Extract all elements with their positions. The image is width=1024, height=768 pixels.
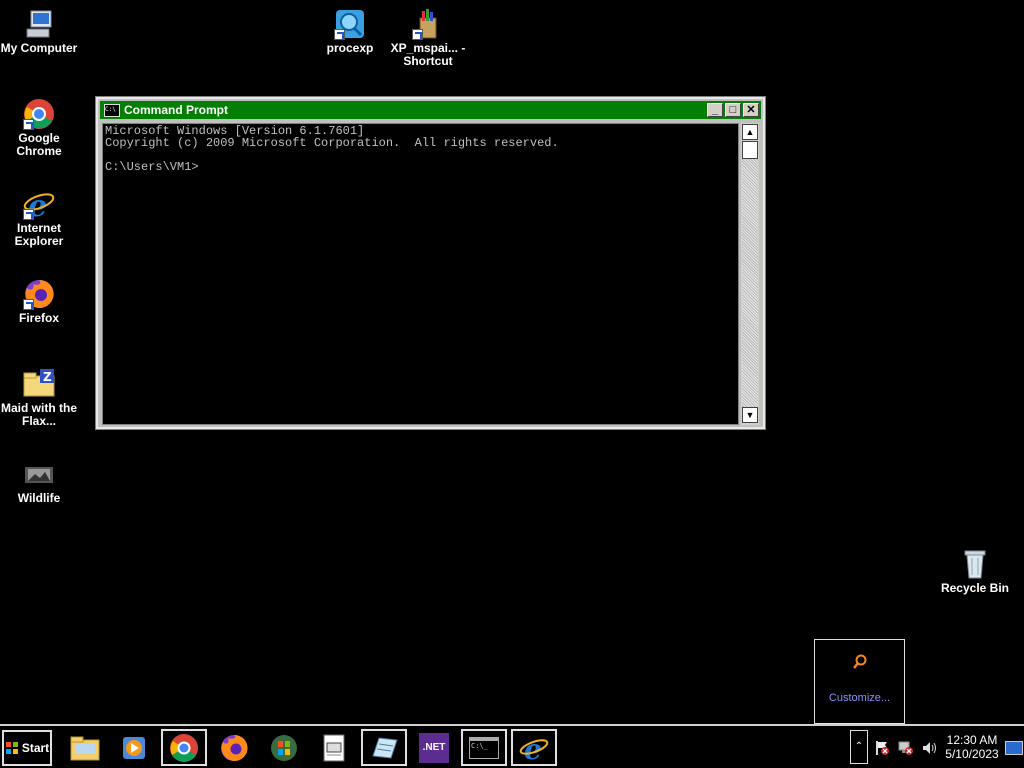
notification-overflow-popup: Customize...	[814, 639, 905, 724]
show-hidden-icons-button[interactable]: ⌃	[850, 730, 868, 764]
show-desktop-button[interactable]	[1005, 741, 1023, 755]
search-icon[interactable]	[852, 654, 868, 670]
shortcut-arrow-icon	[23, 119, 34, 130]
console-prompt: C:\Users\VM1>	[105, 160, 199, 174]
chrome-icon	[23, 98, 55, 130]
scroll-down-button[interactable]: ▼	[742, 407, 758, 423]
minimize-button[interactable]: _	[707, 103, 723, 117]
start-label: Start	[21, 741, 50, 755]
desktop-icon-label: Internet Explorer	[14, 221, 64, 248]
internet-explorer-icon: e	[519, 733, 549, 763]
desktop-icon-recycle-bin[interactable]: Recycle Bin	[936, 548, 1014, 595]
taskbar-internet-explorer[interactable]: e	[511, 729, 557, 766]
maximize-button[interactable]: □	[725, 103, 741, 117]
taskbar-windows-orb[interactable]	[261, 729, 307, 766]
zipped-folder-icon: Z	[23, 368, 55, 400]
windows-logo-icon	[5, 742, 18, 754]
start-button[interactable]: Start	[2, 730, 52, 766]
command-prompt-window[interactable]: C:\ Command Prompt _ □ ✕ Microsoft Windo…	[95, 96, 766, 430]
clock-date: 5/10/2023	[945, 747, 999, 761]
customize-link[interactable]: Customize...	[815, 692, 904, 704]
desktop-icon-internet-explorer[interactable]: e Internet Explorer	[0, 188, 78, 248]
document-icon	[323, 734, 345, 761]
scroll-up-button[interactable]: ▲	[742, 124, 758, 140]
internet-explorer-icon: e	[23, 188, 55, 224]
shortcut-arrow-icon	[412, 29, 423, 40]
system-tray: ⌃ 12:30 AM 5/10/2023	[850, 729, 1024, 766]
cmd-icon: C:\	[104, 103, 120, 117]
chrome-icon	[170, 733, 198, 762]
shortcut-arrow-icon	[23, 209, 34, 220]
shortcut-arrow-icon	[334, 29, 345, 40]
taskbar-chrome[interactable]	[161, 729, 207, 766]
paint-icon	[412, 8, 444, 40]
recycle-bin-icon	[959, 548, 991, 580]
desktop-icon-my-computer[interactable]: My Computer	[0, 8, 78, 55]
vertical-scrollbar[interactable]: ▲ ▼	[741, 123, 759, 425]
desktop-icon-label: Maid with the Flax...	[1, 401, 77, 428]
firefox-icon	[221, 734, 248, 761]
computer-icon	[23, 8, 55, 40]
taskbar-media-player[interactable]	[111, 729, 157, 766]
firefox-icon	[23, 278, 55, 310]
desktop-icon-label: Wildlife	[17, 491, 61, 505]
console-line: Copyright (c) 2009 Microsoft Corporation…	[105, 136, 559, 150]
folder-icon	[70, 736, 100, 760]
volume-icon[interactable]	[921, 740, 937, 761]
clock-time: 12:30 AM	[946, 733, 998, 747]
desktop-icon-label: procexp	[326, 41, 374, 55]
desktop-icon-label: XP_mspai... - Shortcut	[390, 41, 466, 68]
window-title: Command Prompt	[124, 103, 229, 117]
desktop-icon-label: Google Chrome	[16, 131, 62, 158]
console-output[interactable]: Microsoft Windows [Version 6.1.7601] Copy…	[102, 123, 739, 425]
close-button[interactable]: ✕	[743, 103, 759, 117]
desktop-icon-google-chrome[interactable]: Google Chrome	[0, 98, 78, 158]
media-player-icon	[123, 736, 145, 759]
svg-text:Z: Z	[43, 370, 52, 384]
desktop-icon-xp-mspaint-shortcut[interactable]: XP_mspai... - Shortcut	[389, 8, 467, 68]
desktop-icon-label: Recycle Bin	[940, 581, 1010, 595]
dotnet-icon: .NET	[419, 732, 449, 763]
desktop-icon-label: My Computer	[0, 41, 78, 55]
windows-orb-icon	[271, 734, 297, 761]
scroll-track[interactable]	[742, 141, 758, 407]
process-explorer-icon	[334, 8, 366, 40]
window-titlebar[interactable]: C:\ Command Prompt _ □ ✕	[100, 101, 761, 119]
taskbar-command-prompt[interactable]: C:\_	[461, 729, 507, 766]
desktop-icon-wildlife[interactable]: Wildlife	[0, 458, 78, 505]
shortcut-arrow-icon	[23, 299, 34, 310]
desktop-icon-procexp[interactable]: procexp	[311, 8, 389, 55]
desktop-icon-firefox[interactable]: Firefox	[0, 278, 78, 325]
video-file-icon	[23, 458, 55, 490]
taskbar-firefox[interactable]	[211, 729, 257, 766]
notebook-icon	[372, 736, 398, 759]
taskbar: Start .NET C:\_ e ⌃ 12:30 AM 5/10/2023	[0, 724, 1024, 768]
action-center-flag-icon[interactable]	[874, 740, 890, 761]
taskbar-explorer[interactable]	[62, 729, 108, 766]
taskbar-dotnet[interactable]: .NET	[411, 729, 457, 766]
clock[interactable]: 12:30 AM 5/10/2023	[942, 733, 1002, 761]
desktop-icon-label: Firefox	[18, 311, 59, 325]
desktop-icon-maid-with-the-flax[interactable]: Z Maid with the Flax...	[0, 368, 78, 428]
network-error-icon[interactable]	[898, 740, 914, 761]
taskbar-editor[interactable]	[361, 729, 407, 766]
svg-text:e: e	[524, 733, 542, 763]
taskbar-notepad[interactable]	[311, 729, 357, 766]
scroll-thumb[interactable]	[742, 141, 758, 159]
cmd-icon: C:\_	[469, 736, 499, 759]
